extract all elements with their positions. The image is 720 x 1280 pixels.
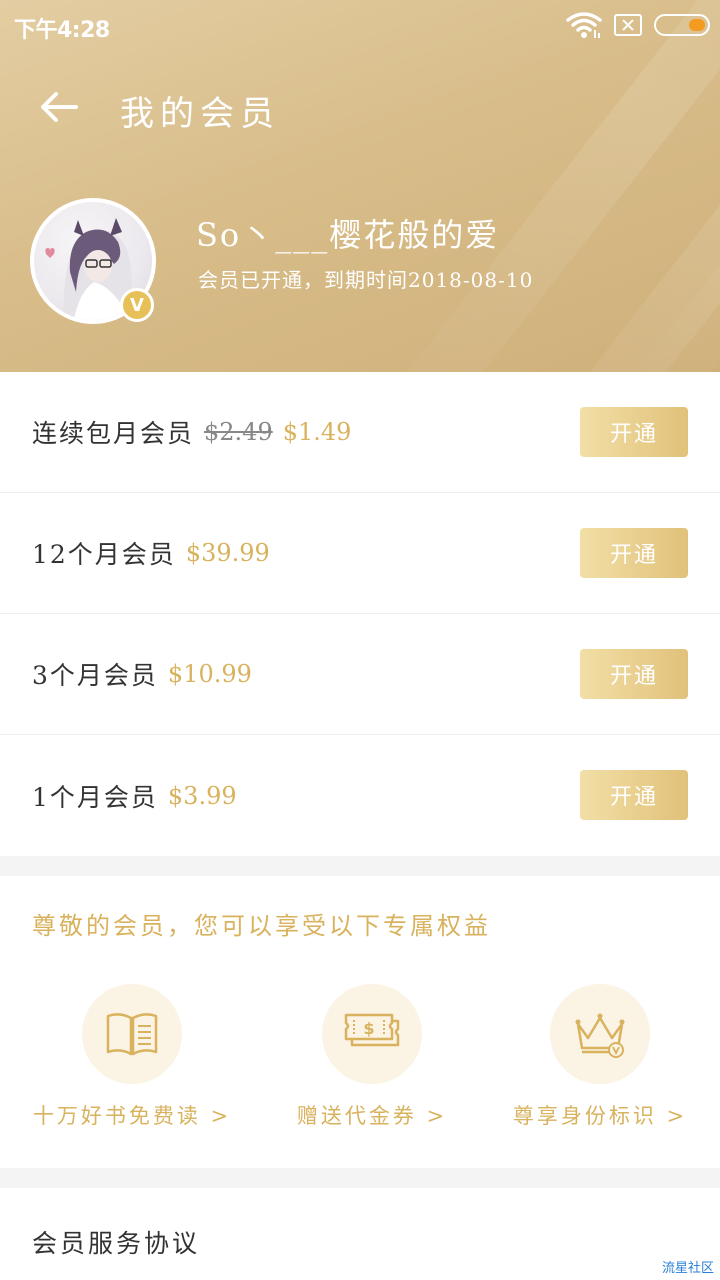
plan-row-3-months: 3个月会员 $10.99 开通 — [0, 614, 720, 735]
plan-price: $39.99 — [185, 539, 270, 567]
open-button[interactable]: 开通 — [580, 528, 688, 578]
no-sim-icon — [614, 14, 642, 36]
battery-icon — [654, 14, 710, 36]
benefit-free-books[interactable]: 十万好书免费读 > — [12, 984, 252, 1130]
plan-name: 1个月会员 — [32, 782, 158, 812]
watermark: 流星社区 — [661, 1261, 714, 1276]
plan-row-12-months: 12个月会员 $39.99 开通 — [0, 493, 720, 614]
plan-row-auto-monthly: 连续包月会员 $2.49 $1.49 开通 — [0, 372, 720, 493]
avatar-container[interactable]: V — [30, 198, 156, 324]
benefit-label: 赠送代金券 > — [296, 1104, 448, 1128]
status-time: 下午4:28 — [14, 18, 110, 43]
vip-badge-icon: V — [120, 288, 154, 322]
benefit-identity[interactable]: 尊享身份标识 > — [480, 984, 720, 1130]
plan-name: 3个月会员 — [32, 661, 158, 690]
plan-price: $10.99 — [167, 660, 252, 688]
benefit-icon-circle: $ — [322, 984, 422, 1084]
plan-price: $1.49 — [282, 418, 352, 446]
plan-old-price: $2.49 — [204, 418, 273, 446]
open-button[interactable]: 开通 — [580, 407, 688, 457]
book-icon — [106, 1013, 158, 1056]
benefit-label: 尊享身份标识 > — [512, 1104, 688, 1128]
benefit-vouchers[interactable]: $ 赠送代金券 > — [252, 984, 492, 1130]
plan-list: 连续包月会员 $2.49 $1.49 开通 12个月会员 $39.99 开通 3… — [0, 372, 720, 856]
member-header: 下午4:28 我的会员 V So丶___樱花般的爱 会员已开通，到期时间2018… — [0, 0, 720, 372]
benefit-label: 十万好书免费读 > — [32, 1104, 232, 1128]
open-button[interactable]: 开通 — [580, 649, 688, 699]
benefit-icon-circle — [82, 984, 182, 1084]
benefits-section: 尊敬的会员，您可以享受以下专属权益 十万好书免费读 > $ 赠送代金券 > 尊享… — [0, 876, 720, 1168]
plan-row-1-month: 1个月会员 $3.99 开通 — [0, 735, 720, 856]
plan-name: 连续包月会员 — [32, 419, 195, 448]
wifi-icon — [566, 12, 602, 38]
plan-price: $3.99 — [167, 781, 237, 810]
plan-name: 12个月会员 — [32, 540, 176, 569]
open-button[interactable]: 开通 — [580, 770, 688, 820]
username: So丶___樱花般的爱 — [196, 216, 500, 254]
service-agreement-row[interactable]: 会员服务协议 流星社区 — [0, 1188, 720, 1280]
back-arrow-icon[interactable] — [36, 84, 82, 130]
crown-icon — [575, 1013, 625, 1058]
membership-status: 会员已开通，到期时间2018-08-10 — [198, 268, 534, 292]
benefits-title: 尊敬的会员，您可以享受以下专属权益 — [32, 912, 491, 940]
voucher-icon: $ — [344, 1013, 400, 1047]
benefit-icon-circle — [550, 984, 650, 1084]
service-agreement-label: 会员服务协议 — [32, 1229, 201, 1258]
status-bar: 下午4:28 — [0, 0, 720, 52]
svg-text:$: $ — [363, 1019, 374, 1038]
page-title: 我的会员 — [120, 94, 280, 134]
